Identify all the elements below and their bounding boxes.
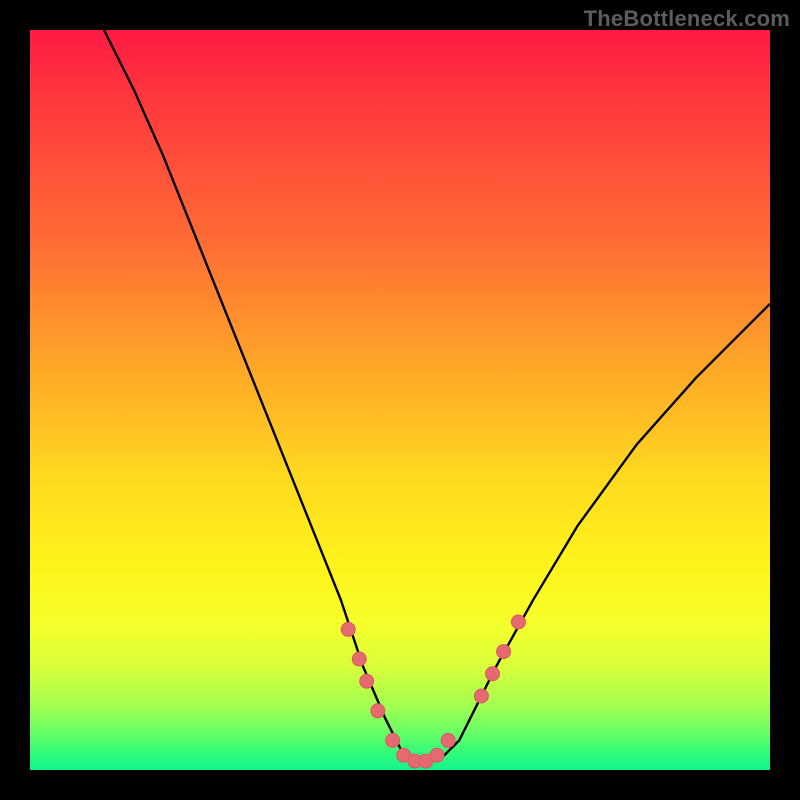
watermark-text: TheBottleneck.com (584, 6, 790, 32)
chart-frame (30, 30, 770, 770)
curve-marker (360, 674, 374, 688)
curve-marker (441, 733, 455, 747)
curve-marker (352, 652, 366, 666)
curve-marker (371, 704, 385, 718)
curve-marker (341, 622, 355, 636)
curve-markers (341, 615, 525, 768)
curve-marker (511, 615, 525, 629)
curve-marker (386, 733, 400, 747)
curve-marker (486, 667, 500, 681)
curve-marker (430, 748, 444, 762)
curve-marker (474, 689, 488, 703)
bottleneck-curve (104, 30, 770, 763)
chart-svg (30, 30, 770, 770)
curve-marker (497, 645, 511, 659)
